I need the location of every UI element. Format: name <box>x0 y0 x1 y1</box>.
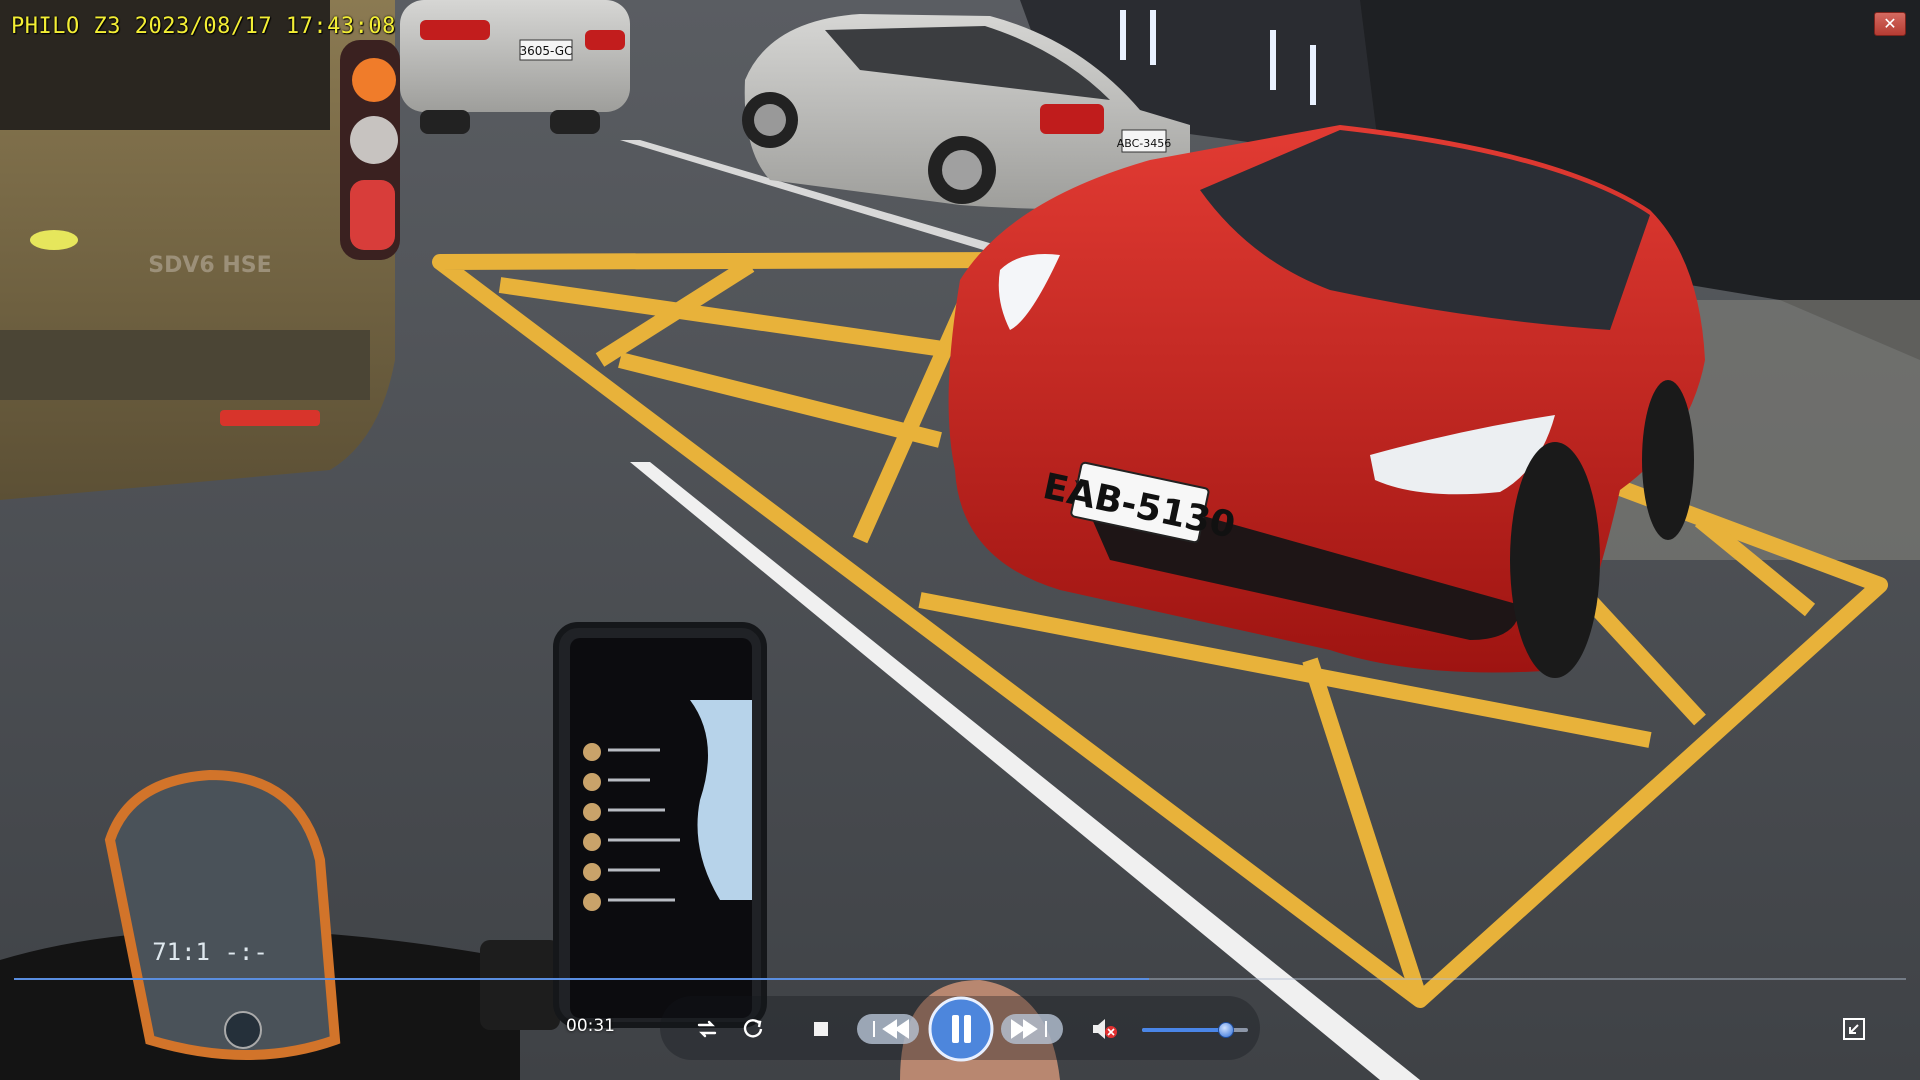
phone-mount <box>553 622 767 1028</box>
fullscreen-icon[interactable] <box>1842 1017 1866 1041</box>
volume-slider[interactable] <box>1142 1022 1248 1038</box>
store-light <box>1270 30 1276 90</box>
mute-icon[interactable] <box>1090 1016 1118 1042</box>
stop-icon[interactable] <box>812 1020 830 1038</box>
elapsed-time: 00:31 <box>566 1016 615 1036</box>
refresh-icon[interactable] <box>740 1016 766 1042</box>
store-light <box>1150 10 1156 65</box>
close-button[interactable]: ✕ <box>1874 12 1906 36</box>
seek-progress <box>14 978 1150 980</box>
previous-icon[interactable] <box>856 1011 920 1047</box>
volume-thumb[interactable] <box>1217 1022 1234 1038</box>
next-icon[interactable] <box>1000 1011 1064 1047</box>
plate-silver-right: ABC-3456 <box>1117 137 1172 150</box>
van-badge: SDV6 HSE <box>148 253 271 278</box>
video-player-window: 3605-GC ABC-3456 SDV6 HSE EAB-5130 71:1 … <box>0 0 1920 1080</box>
store-light <box>1310 45 1316 105</box>
pause-icon[interactable] <box>928 996 994 1062</box>
store-light <box>1120 10 1126 60</box>
dashcam-timestamp: PHILO Z3 2023/08/17 17:43:08 <box>11 14 396 39</box>
volume-fill <box>1142 1028 1225 1032</box>
plate-silver-left: 3605-GC <box>520 44 573 58</box>
svg-text:71:1 -:-: 71:1 -:- <box>152 938 268 966</box>
van-left: SDV6 HSE <box>0 0 400 500</box>
repeat-icon[interactable] <box>694 1016 720 1042</box>
seek-bar[interactable] <box>14 978 1906 980</box>
video-frame[interactable]: 3605-GC ABC-3456 SDV6 HSE EAB-5130 71:1 … <box>0 0 1920 1080</box>
